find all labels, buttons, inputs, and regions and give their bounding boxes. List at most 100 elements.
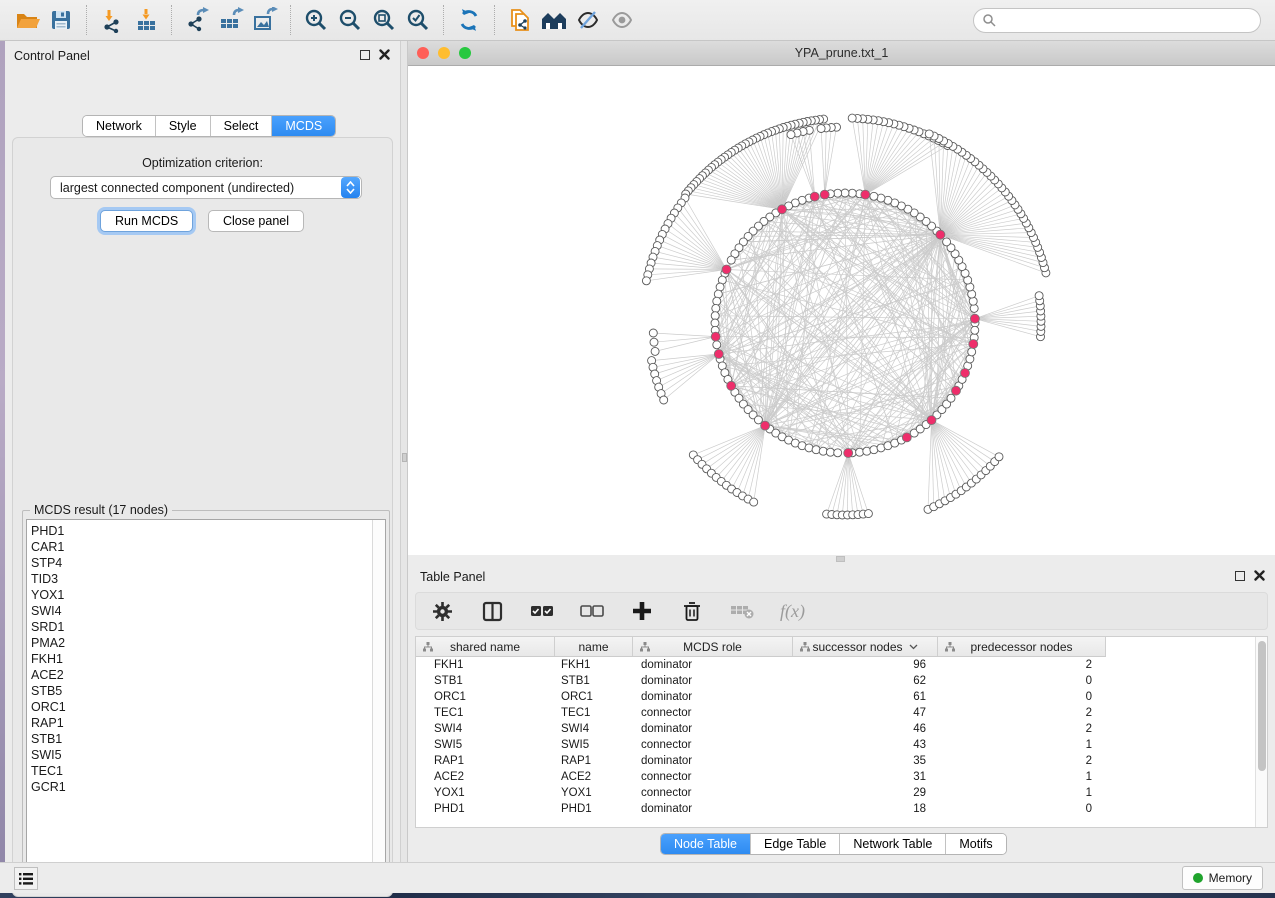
column-header-MCDS-role[interactable]: MCDS role bbox=[633, 637, 793, 656]
save-session-icon[interactable] bbox=[44, 4, 78, 36]
search-input[interactable] bbox=[996, 13, 1236, 27]
show-all-icon[interactable] bbox=[605, 4, 639, 36]
table-row[interactable]: FKH1 FKH1 dominator 96 2 bbox=[416, 657, 1267, 673]
mcds-result-list[interactable]: PHD1CAR1STP4TID3YOX1SWI4SRD1PMA2FKH1ACE2… bbox=[26, 519, 386, 877]
table-row[interactable]: PHD1 PHD1 dominator 18 0 bbox=[416, 801, 1267, 817]
mcds-result-item[interactable]: SRD1 bbox=[31, 619, 385, 635]
export-image-icon[interactable] bbox=[248, 4, 282, 36]
table-panel-title: Table Panel bbox=[420, 570, 485, 584]
scrollbar-thumb[interactable] bbox=[1258, 641, 1266, 771]
dropdown-stepper-icon bbox=[341, 177, 360, 198]
memory-button[interactable]: Memory bbox=[1182, 866, 1263, 890]
tab-edge-table[interactable]: Edge Table bbox=[750, 834, 839, 854]
table-row[interactable]: YOX1 YOX1 connector 29 1 bbox=[416, 785, 1267, 801]
control-panel: Control Panel Network Style Select MCDS … bbox=[5, 41, 400, 862]
mcds-result-item[interactable]: STB5 bbox=[31, 683, 385, 699]
column-header-name[interactable]: name bbox=[555, 637, 633, 656]
splitter-grip[interactable] bbox=[836, 556, 845, 562]
tab-mcds[interactable]: MCDS bbox=[271, 116, 335, 136]
table-scrollbar[interactable] bbox=[1255, 637, 1267, 827]
tab-motifs[interactable]: Motifs bbox=[945, 834, 1005, 854]
refresh-icon[interactable] bbox=[452, 4, 486, 36]
table-row[interactable]: ORC1 ORC1 dominator 61 0 bbox=[416, 689, 1267, 705]
column-header-shared-name[interactable]: shared name bbox=[416, 637, 555, 656]
mcds-result-item[interactable]: STB1 bbox=[31, 731, 385, 747]
zoom-in-icon[interactable] bbox=[299, 4, 333, 36]
mcds-result-item[interactable]: SWI5 bbox=[31, 747, 385, 763]
export-network-icon[interactable] bbox=[180, 4, 214, 36]
add-row-icon[interactable] bbox=[630, 599, 654, 623]
tab-network[interactable]: Network bbox=[83, 116, 155, 136]
import-table-icon[interactable] bbox=[129, 4, 163, 36]
mcds-result-item[interactable]: ACE2 bbox=[31, 667, 385, 683]
close-panel-icon[interactable] bbox=[379, 49, 390, 60]
export-table-icon[interactable] bbox=[214, 4, 248, 36]
mcds-result-item[interactable]: TID3 bbox=[31, 571, 385, 587]
clone-network-icon[interactable] bbox=[503, 4, 537, 36]
table-row[interactable]: ACE2 ACE2 connector 31 1 bbox=[416, 769, 1267, 785]
toolbar-separator bbox=[443, 5, 444, 35]
mcds-result-item[interactable]: SWI4 bbox=[31, 603, 385, 619]
settings-icon[interactable] bbox=[430, 599, 454, 623]
table-row[interactable]: STB1 STB1 dominator 62 0 bbox=[416, 673, 1267, 689]
tab-select[interactable]: Select bbox=[210, 116, 272, 136]
tab-node-table[interactable]: Node Table bbox=[661, 834, 750, 854]
first-neighbors-icon[interactable] bbox=[537, 4, 571, 36]
toolbar-separator bbox=[171, 5, 172, 35]
mcds-result-item[interactable]: STP4 bbox=[31, 555, 385, 571]
close-panel-button[interactable]: Close panel bbox=[208, 210, 304, 232]
mcds-result-item[interactable]: CAR1 bbox=[31, 539, 385, 555]
network-window-title: YPA_prune.txt_1 bbox=[408, 46, 1275, 60]
mcds-result-group: MCDS result (17 nodes) PHD1CAR1STP4TID3Y… bbox=[22, 510, 390, 882]
zoom-fit-icon[interactable] bbox=[367, 4, 401, 36]
table-row[interactable]: SWI4 SWI4 dominator 46 2 bbox=[416, 721, 1267, 737]
import-network-icon[interactable] bbox=[95, 4, 129, 36]
table-row[interactable]: TEC1 TEC1 connector 47 2 bbox=[416, 705, 1267, 721]
table-row[interactable]: RAP1 RAP1 dominator 35 2 bbox=[416, 753, 1267, 769]
table-panel-tabs: Node Table Edge Table Network Table Moti… bbox=[660, 833, 1007, 855]
open-session-icon[interactable] bbox=[10, 4, 44, 36]
control-panel-tabs: Network Style Select MCDS bbox=[82, 115, 336, 137]
status-bar: Memory bbox=[0, 862, 1275, 893]
mcds-result-item[interactable]: FKH1 bbox=[31, 651, 385, 667]
criterion-dropdown[interactable]: largest connected component (undirected) bbox=[50, 176, 362, 199]
tab-style[interactable]: Style bbox=[155, 116, 210, 136]
mcds-result-item[interactable]: PHD1 bbox=[31, 523, 385, 539]
mcds-result-item[interactable]: YOX1 bbox=[31, 587, 385, 603]
table-body: FKH1 FKH1 dominator 96 2 STB1 STB1 domin… bbox=[416, 657, 1267, 817]
close-panel-icon[interactable] bbox=[1254, 570, 1265, 581]
table-panel: Table Panel f(x) shared namenameMC bbox=[408, 565, 1275, 862]
network-window-titlebar[interactable]: YPA_prune.txt_1 bbox=[408, 41, 1275, 66]
zoom-out-icon[interactable] bbox=[333, 4, 367, 36]
mcds-result-item[interactable]: RAP1 bbox=[31, 715, 385, 731]
float-panel-icon[interactable] bbox=[1235, 571, 1245, 581]
mcds-result-item[interactable]: PMA2 bbox=[31, 635, 385, 651]
mcds-result-item[interactable]: TEC1 bbox=[31, 763, 385, 779]
task-history-button[interactable] bbox=[14, 867, 38, 890]
function-builder-icon: f(x) bbox=[780, 599, 805, 623]
column-header-successor-nodes[interactable]: successor nodes bbox=[793, 637, 938, 656]
show-columns-icon[interactable] bbox=[480, 599, 504, 623]
destroy-table-icon bbox=[730, 599, 754, 623]
mcds-result-item[interactable]: GCR1 bbox=[31, 779, 385, 795]
result-scrollbar[interactable] bbox=[372, 520, 385, 876]
mcds-tab-content: Optimization criterion: largest connecte… bbox=[12, 137, 393, 897]
horizontal-splitter[interactable] bbox=[408, 555, 1275, 565]
select-all-icon[interactable] bbox=[530, 599, 554, 623]
delete-row-icon[interactable] bbox=[680, 599, 704, 623]
mcds-result-title: MCDS result (17 nodes) bbox=[30, 503, 172, 517]
zoom-selected-icon[interactable] bbox=[401, 4, 435, 36]
float-panel-icon[interactable] bbox=[360, 50, 370, 60]
mcds-result-item[interactable]: ORC1 bbox=[31, 699, 385, 715]
tab-network-table[interactable]: Network Table bbox=[839, 834, 945, 854]
hide-selected-icon[interactable] bbox=[571, 4, 605, 36]
node-table[interactable]: shared namenameMCDS rolesuccessor nodesp… bbox=[415, 636, 1268, 828]
deselect-all-icon[interactable] bbox=[580, 599, 604, 623]
vertical-splitter[interactable] bbox=[400, 41, 408, 862]
search-box[interactable] bbox=[973, 8, 1261, 33]
table-row[interactable]: SWI5 SWI5 connector 43 1 bbox=[416, 737, 1267, 753]
network-canvas[interactable] bbox=[408, 66, 1275, 555]
column-header-predecessor-nodes[interactable]: predecessor nodes bbox=[938, 637, 1106, 656]
run-mcds-button[interactable]: Run MCDS bbox=[100, 210, 193, 232]
splitter-grip[interactable] bbox=[402, 453, 407, 462]
